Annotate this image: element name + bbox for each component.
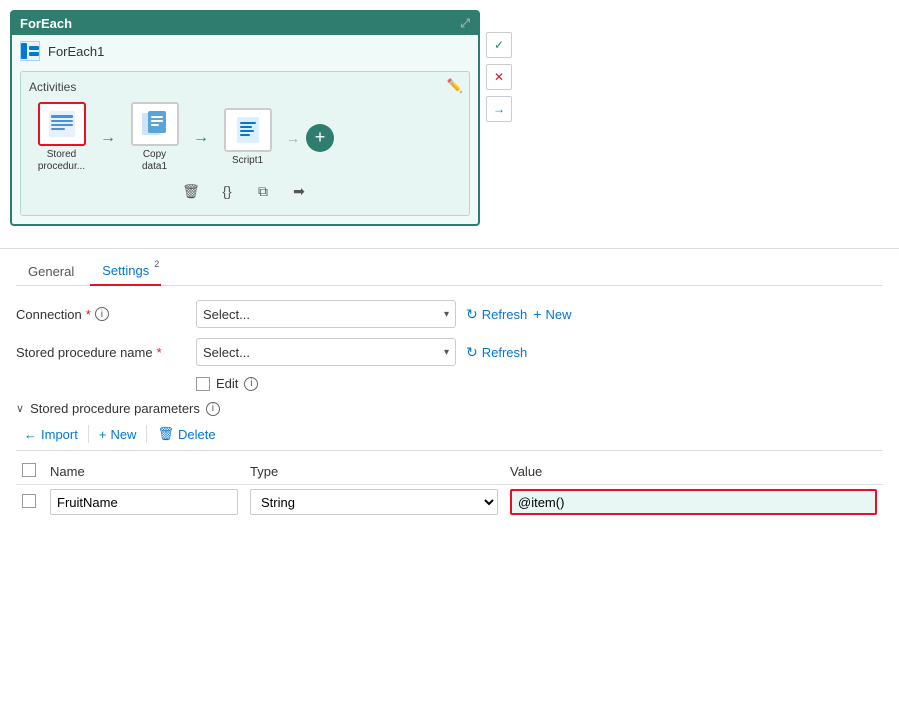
sp-delete-btn[interactable]: 🗑 Delete: [149, 424, 223, 444]
edit-label: Edit: [216, 376, 238, 391]
activity-flow: Storedprocedur... → Copydata1: [29, 102, 461, 173]
stored-proc-name-row: Stored procedure name * Select... ▾ ↻ Re…: [16, 338, 883, 366]
tab-settings[interactable]: Settings2: [90, 257, 161, 286]
expand-icon[interactable]: ⤢: [460, 16, 470, 31]
connection-info-icon[interactable]: i: [95, 307, 109, 321]
foreach-name-label: ForEach1: [48, 44, 104, 59]
redirect-side-btn[interactable]: →: [486, 96, 512, 122]
stored-proc-chevron: ▾: [444, 347, 449, 358]
sp-params-header: ∨ Stored procedure parameters i: [16, 401, 883, 416]
copy-data-label: Copydata1: [142, 149, 167, 173]
row-name-input[interactable]: [50, 489, 238, 515]
connection-required: *: [86, 307, 91, 322]
foreach-title: ForEach: [20, 16, 72, 31]
row-type-cell: String: [244, 485, 504, 520]
stored-proc-refresh-btn[interactable]: ↻ Refresh: [466, 344, 527, 361]
foreach-header: ForEach ⤢: [12, 12, 478, 35]
table-row: String: [16, 485, 883, 520]
copy-data-svg: [140, 109, 170, 139]
json-toolbar-btn[interactable]: {}: [215, 179, 239, 203]
activity-node-script1: Script1: [215, 108, 280, 167]
sp-toolbar-divider-1: [88, 425, 89, 443]
connection-new-btn[interactable]: + New: [533, 306, 571, 322]
script1-svg: [233, 115, 263, 145]
foreach-title-row: ForEach1: [12, 35, 478, 67]
sp-import-icon: ←: [24, 427, 37, 442]
stored-proc-svg: [47, 109, 77, 139]
col-header-name: Name: [44, 459, 244, 485]
row-value-cell: [504, 485, 883, 520]
connection-new-icon: +: [533, 306, 541, 322]
tabs-row: General Settings2: [16, 257, 883, 286]
row-check-cell: [16, 485, 44, 520]
row-checkbox[interactable]: [22, 494, 36, 508]
arrow-1: →: [100, 129, 116, 147]
edit-icon[interactable]: ✏️: [447, 78, 463, 94]
activities-toolbar: 🗑 {} ⧉ ➡: [29, 173, 461, 207]
col-header-check: [16, 459, 44, 485]
foreach-icon-box: [20, 41, 40, 61]
stored-proc-required: *: [157, 345, 162, 360]
activities-box: Activities ✏️ Storedprocedur: [20, 71, 470, 216]
sp-delete-icon: 🗑: [157, 426, 174, 442]
sp-params-table: Name Type Value String: [16, 459, 883, 519]
activity-node-copy-data: Copydata1: [122, 102, 187, 173]
foreach-svg-icon: [21, 43, 39, 59]
connection-chevron: ▾: [444, 309, 449, 320]
arrow-3-dashed: →: [286, 130, 300, 146]
connection-refresh-btn[interactable]: ↻ Refresh: [466, 306, 527, 323]
sp-import-btn[interactable]: ← Import: [16, 425, 86, 444]
row-name-cell: [44, 485, 244, 520]
add-activity-btn[interactable]: +: [306, 124, 334, 152]
stored-proc-icon-box[interactable]: [38, 102, 86, 146]
row-type-select[interactable]: String: [250, 489, 498, 515]
sp-params-chevron[interactable]: ∨: [16, 402, 24, 415]
connection-row: Connection * i Select... ▾ ↻ Refresh + N…: [16, 300, 883, 328]
activities-label: Activities: [29, 80, 461, 94]
header-checkbox[interactable]: [22, 463, 36, 477]
script1-icon-box[interactable]: [224, 108, 272, 152]
canvas-area: ForEach ⤢ ForEach1 Activities ✏️: [0, 0, 899, 236]
col-header-type: Type: [244, 459, 504, 485]
sp-params-section: ∨ Stored procedure parameters i ← Import…: [16, 401, 883, 519]
settings-panel: General Settings2 Connection * i Select.…: [0, 249, 899, 535]
stored-proc-label: Storedprocedur...: [38, 149, 85, 173]
connection-action-btns: ↻ Refresh + New: [466, 306, 571, 323]
connection-label: Connection * i: [16, 307, 186, 322]
sp-params-info-icon[interactable]: i: [206, 402, 220, 416]
close-side-btn[interactable]: ✕: [486, 64, 512, 90]
side-icons-panel: ✓ ✕ →: [486, 32, 512, 122]
sp-params-label: Stored procedure parameters: [30, 401, 200, 416]
script1-label: Script1: [232, 155, 263, 167]
connection-placeholder: Select...: [203, 307, 250, 322]
row-value-input[interactable]: [510, 489, 877, 515]
sp-new-btn[interactable]: + New: [91, 425, 145, 444]
copy-data-icon-box[interactable]: [131, 102, 179, 146]
connection-select[interactable]: Select... ▾: [196, 300, 456, 328]
foreach-container: ForEach ⤢ ForEach1 Activities ✏️: [10, 10, 480, 226]
arrow-2: →: [193, 129, 209, 147]
edit-info-icon[interactable]: i: [244, 377, 258, 391]
table-header-row: Name Type Value: [16, 459, 883, 485]
stored-proc-select[interactable]: Select... ▾: [196, 338, 456, 366]
edit-row: Edit i: [196, 376, 883, 391]
stored-proc-action-btns: ↻ Refresh: [466, 344, 527, 361]
activity-node-stored-proc: Storedprocedur...: [29, 102, 94, 173]
stored-proc-refresh-icon: ↻: [466, 344, 478, 361]
col-header-value: Value: [504, 459, 883, 485]
sp-new-icon: +: [99, 427, 107, 442]
sp-params-toolbar: ← Import + New 🗑 Delete: [16, 424, 883, 451]
sp-toolbar-divider-2: [146, 425, 147, 443]
delete-toolbar-btn[interactable]: 🗑: [179, 179, 203, 203]
copy-toolbar-btn[interactable]: ⧉: [251, 179, 275, 203]
edit-checkbox[interactable]: [196, 377, 210, 391]
validate-side-btn[interactable]: ✓: [486, 32, 512, 58]
connection-refresh-icon: ↻: [466, 306, 478, 323]
stored-proc-placeholder: Select...: [203, 345, 250, 360]
tab-general[interactable]: General: [16, 257, 86, 285]
navigate-toolbar-btn[interactable]: ➡: [287, 179, 311, 203]
stored-proc-name-label: Stored procedure name *: [16, 345, 186, 360]
